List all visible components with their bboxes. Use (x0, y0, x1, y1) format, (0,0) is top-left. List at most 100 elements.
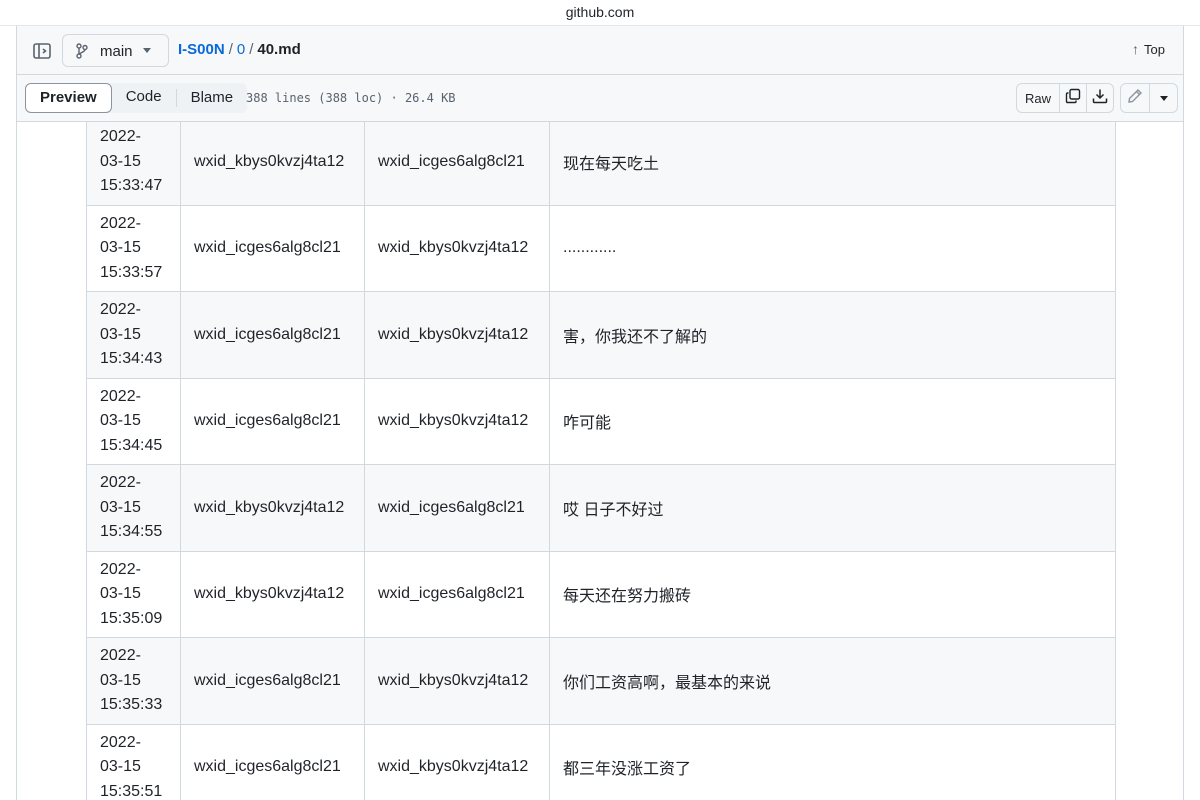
timestamp-part: 2022- (100, 733, 141, 751)
table-row: 2022- 03-15 15:33:47 wxid_kbys0kvzj4ta12 wxi… (86, 122, 1116, 206)
timestamp-cell: 2022- 03-15 15:35:33 (86, 637, 181, 725)
timestamp-part: 15:34:43 (100, 350, 163, 367)
receiver-cell: wxid_kbys0kvzj4ta12 (364, 637, 550, 725)
tab-blame[interactable]: Blame (175, 89, 248, 107)
download-icon (1092, 88, 1108, 109)
breadcrumb-folder-link[interactable]: 0 (237, 41, 245, 58)
top-button-label: Top (1144, 42, 1165, 57)
message-cell: 哎 日子不好过 (549, 464, 1116, 552)
timestamp-part: 03-15 (100, 585, 141, 602)
timestamp-cell: 2022- 03-15 15:33:57 (86, 204, 181, 292)
table-body: 2022- 03-15 15:33:47 wxid_kbys0kvzj4ta12 wxi… (86, 122, 1116, 800)
timestamp-part: 15:35:09 (100, 609, 163, 627)
breadcrumb-separator: / (228, 41, 233, 58)
breadcrumb-separator: / (249, 41, 254, 58)
timestamp-part: 15:34:55 (100, 523, 163, 540)
top-button[interactable]: ↑ Top (1132, 41, 1165, 57)
receiver-cell: wxid_kbys0kvzj4ta12 (364, 377, 550, 465)
sender-cell: wxid_kbys0kvzj4ta12 (180, 464, 365, 552)
receiver-cell: wxid_icges6alg8cl21 (364, 122, 550, 206)
file-header: main I-S00N/0/40.md ↑ Top (17, 26, 1183, 75)
table-row: 2022- 03-15 15:35:09 wxid_kbys0kvzj4ta12 wxi… (86, 550, 1116, 638)
timestamp-cell: 2022- 03-15 15:35:09 (86, 550, 181, 638)
sender-cell: wxid_icges6alg8cl21 (180, 377, 365, 465)
timestamp-part: 2022- (100, 560, 141, 578)
timestamp-part: 2022- (100, 128, 141, 145)
sender-cell: wxid_icges6alg8cl21 (180, 723, 365, 800)
message-cell: ............ (549, 204, 1116, 292)
git-branch-icon (75, 43, 89, 64)
markdown-preview: 2022- 03-15 15:33:47 wxid_kbys0kvzj4ta12 wxi… (17, 122, 1183, 800)
more-edit-options-button[interactable] (1150, 84, 1177, 112)
message-cell: 现在每天吃土 (549, 122, 1116, 206)
timestamp-cell: 2022- 03-15 15:35:51 (86, 723, 181, 800)
table-row: 2022- 03-15 15:35:51 wxid_icges6alg8cl21 wxi… (86, 723, 1116, 800)
receiver-cell: wxid_kbys0kvzj4ta12 (364, 204, 550, 292)
message-cell: 你们工资高啊，最基本的来说 (549, 637, 1116, 725)
message-cell: 咋可能 (549, 377, 1116, 465)
pencil-icon (1127, 88, 1143, 109)
timestamp-part: 03-15 (100, 671, 141, 689)
table-row: 2022- 03-15 15:35:33 wxid_icges6alg8cl21 wxi… (86, 637, 1116, 725)
timestamp-part: 2022- (100, 387, 141, 405)
chat-log-table: 2022- 03-15 15:33:47 wxid_kbys0kvzj4ta12 wxi… (86, 122, 1116, 800)
table-row: 2022- 03-15 15:34:43 wxid_icges6alg8cl21 wxi… (86, 291, 1116, 379)
sender-cell: wxid_icges6alg8cl21 (180, 204, 365, 292)
breadcrumb-repo-link[interactable]: I-S00N (178, 41, 225, 58)
copy-button[interactable] (1059, 84, 1086, 112)
receiver-cell: wxid_icges6alg8cl21 (364, 464, 550, 552)
timestamp-cell: 2022- 03-15 15:33:47 (86, 122, 181, 206)
file-toolbar: Preview Code Blame 388 lines (388 loc) ·… (17, 75, 1183, 122)
url-text: github.com (565, 4, 635, 20)
timestamp-part: 03-15 (100, 325, 141, 343)
branch-selector-button[interactable]: main (62, 34, 169, 67)
chevron-down-icon (143, 48, 151, 53)
triangle-down-icon (1159, 95, 1168, 101)
sender-cell: wxid_kbys0kvzj4ta12 (180, 550, 365, 638)
edit-actions (1120, 83, 1178, 113)
sidebar-toggle-icon[interactable] (31, 40, 53, 62)
timestamp-part: 2022- (100, 474, 141, 491)
tab-code[interactable]: Code (112, 83, 176, 113)
timestamp-part: 2022- (100, 214, 141, 232)
tab-preview[interactable]: Preview (25, 83, 112, 113)
breadcrumb: I-S00N/0/40.md (178, 41, 301, 58)
timestamp-part: 15:35:33 (100, 696, 163, 713)
sender-cell: wxid_icges6alg8cl21 (180, 637, 365, 725)
browser-url-bar[interactable]: github.com (0, 0, 1200, 26)
message-cell: 每天还在努力搬砖 (549, 550, 1116, 638)
timestamp-part: 03-15 (100, 239, 141, 256)
sender-cell: wxid_kbys0kvzj4ta12 (180, 122, 365, 206)
file-view: main I-S00N/0/40.md ↑ Top Preview Code Bl… (16, 26, 1184, 800)
timestamp-part: 03-15 (100, 498, 141, 516)
message-cell: 都三年没涨工资了 (549, 723, 1116, 800)
breadcrumb-current-file: 40.md (257, 41, 301, 58)
receiver-cell: wxid_icges6alg8cl21 (364, 550, 550, 638)
branch-name: main (100, 43, 133, 60)
timestamp-cell: 2022- 03-15 15:34:45 (86, 377, 181, 465)
download-button[interactable] (1086, 84, 1113, 112)
sender-cell: wxid_icges6alg8cl21 (180, 291, 365, 379)
view-mode-tabs: Preview Code Blame (25, 83, 248, 113)
message-cell: 害，你我还不了解的 (549, 291, 1116, 379)
table-row: 2022- 03-15 15:33:57 wxid_icges6alg8cl21 wxi… (86, 204, 1116, 292)
timestamp-part: 03-15 (100, 758, 141, 775)
receiver-cell: wxid_kbys0kvzj4ta12 (364, 291, 550, 379)
table-row: 2022- 03-15 15:34:45 wxid_icges6alg8cl21 wxi… (86, 377, 1116, 465)
timestamp-part: 2022- (100, 647, 141, 664)
receiver-cell: wxid_kbys0kvzj4ta12 (364, 723, 550, 800)
edit-file-button[interactable] (1121, 84, 1150, 112)
timestamp-part: 15:35:51 (100, 782, 163, 800)
raw-button[interactable]: Raw (1017, 84, 1059, 112)
table-row: 2022- 03-15 15:34:55 wxid_kbys0kvzj4ta12 wxi… (86, 464, 1116, 552)
timestamp-part: 15:33:47 (100, 177, 163, 194)
copy-icon (1065, 88, 1081, 109)
timestamp-cell: 2022- 03-15 15:34:55 (86, 464, 181, 552)
timestamp-part: 03-15 (100, 412, 141, 429)
timestamp-part: 15:33:57 (100, 263, 163, 281)
timestamp-part: 03-15 (100, 152, 141, 170)
file-actions: Raw (1016, 83, 1114, 113)
timestamp-cell: 2022- 03-15 15:34:43 (86, 291, 181, 379)
arrow-up-icon: ↑ (1132, 41, 1140, 57)
file-meta: 388 lines (388 loc) · 26.4 KB (246, 91, 456, 105)
